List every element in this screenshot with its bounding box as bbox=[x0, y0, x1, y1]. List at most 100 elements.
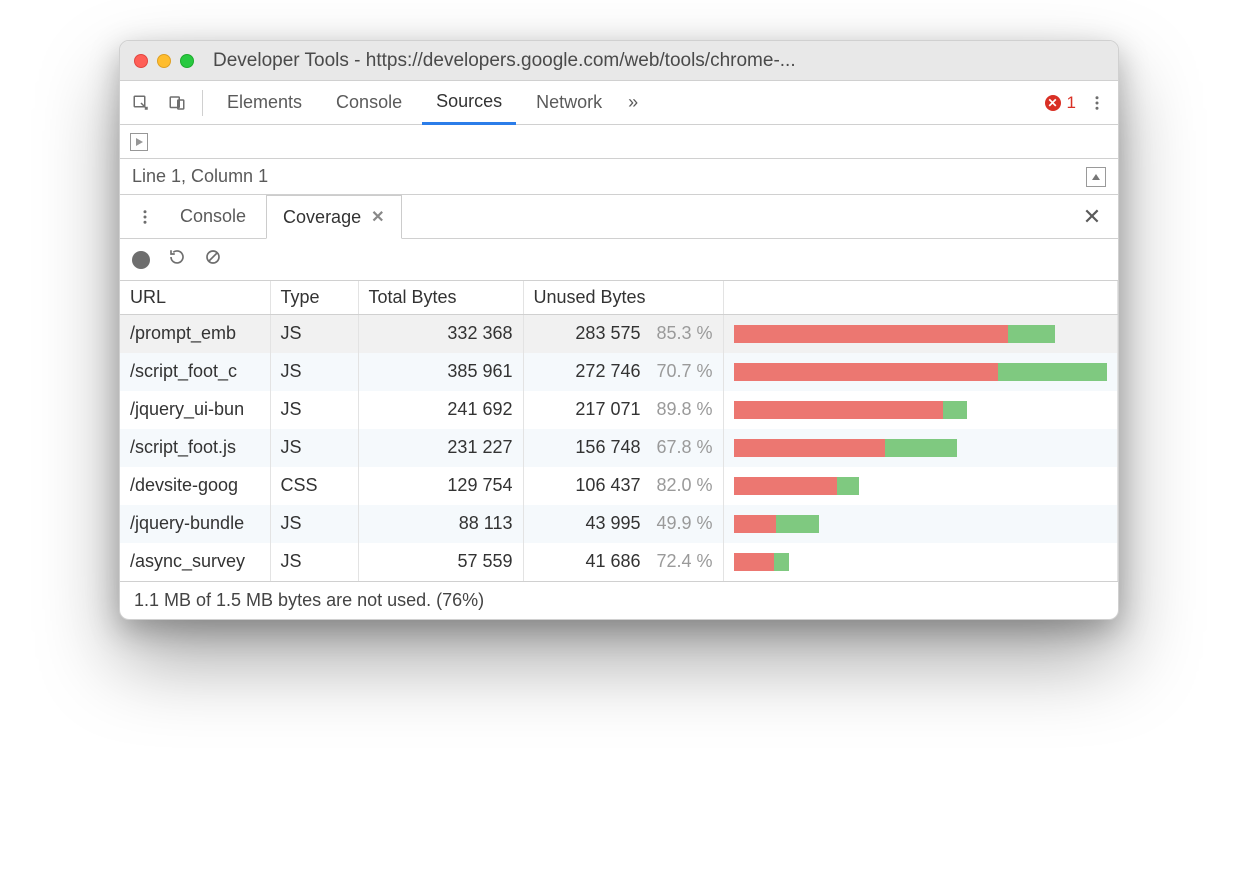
unused-percent: 70.7 % bbox=[651, 361, 713, 382]
usage-bar bbox=[734, 401, 968, 419]
close-drawer-icon[interactable]: ✕ bbox=[1076, 204, 1108, 230]
usage-bar bbox=[734, 439, 958, 457]
unused-percent: 49.9 % bbox=[651, 513, 713, 534]
usage-bar-unused bbox=[734, 553, 774, 571]
coverage-table: URL Type Total Bytes Unused Bytes /promp… bbox=[120, 281, 1118, 581]
cell-url: /prompt_emb bbox=[120, 315, 270, 353]
cell-unused-bytes: 106 437 82.0 % bbox=[523, 467, 723, 505]
cell-usage-bar bbox=[723, 353, 1118, 391]
table-header-row: URL Type Total Bytes Unused Bytes bbox=[120, 281, 1118, 315]
table-row[interactable]: /jquery_ui-bunJS241 692217 07189.8 % bbox=[120, 391, 1118, 429]
cell-usage-bar bbox=[723, 505, 1118, 543]
reload-icon[interactable] bbox=[168, 248, 186, 271]
minimize-window-button[interactable] bbox=[157, 54, 171, 68]
unused-value: 217 071 bbox=[575, 399, 640, 420]
usage-bar-used bbox=[943, 401, 967, 419]
unused-percent: 85.3 % bbox=[651, 323, 713, 344]
col-bar-header[interactable] bbox=[723, 281, 1118, 315]
usage-bar-used bbox=[774, 553, 789, 571]
window-controls bbox=[134, 54, 194, 68]
cell-total-bytes: 57 559 bbox=[358, 543, 523, 581]
tab-network[interactable]: Network bbox=[522, 81, 616, 125]
usage-bar-unused bbox=[734, 439, 886, 457]
kebab-menu-icon[interactable] bbox=[1082, 88, 1112, 118]
cell-type: JS bbox=[270, 391, 358, 429]
cell-usage-bar bbox=[723, 467, 1118, 505]
usage-bar bbox=[734, 477, 859, 495]
cell-type: JS bbox=[270, 543, 358, 581]
unused-value: 156 748 bbox=[575, 437, 640, 458]
drawer-tab-coverage[interactable]: Coverage ✕ bbox=[266, 195, 401, 239]
cell-unused-bytes: 43 99549.9 % bbox=[523, 505, 723, 543]
navigator-toggle-icon[interactable] bbox=[130, 133, 148, 151]
coverage-footer: 1.1 MB of 1.5 MB bytes are not used. (76… bbox=[120, 581, 1118, 619]
cell-type: JS bbox=[270, 315, 358, 353]
main-tabs: Elements Console Sources Network » ✕ 1 bbox=[120, 81, 1118, 125]
col-type-header[interactable]: Type bbox=[270, 281, 358, 315]
close-tab-icon[interactable]: ✕ bbox=[371, 207, 384, 227]
separator bbox=[202, 90, 203, 116]
cell-total-bytes: 385 961 bbox=[358, 353, 523, 391]
cell-unused-bytes: 41 68672.4 % bbox=[523, 543, 723, 581]
cell-usage-bar bbox=[723, 429, 1118, 467]
cell-unused-bytes: 272 746 70.7 % bbox=[523, 353, 723, 391]
col-url-header[interactable]: URL bbox=[120, 281, 270, 315]
cell-type: JS bbox=[270, 353, 358, 391]
cell-url: /async_survey bbox=[120, 543, 270, 581]
cell-url: /jquery-bundle bbox=[120, 505, 270, 543]
cell-usage-bar bbox=[723, 543, 1118, 581]
device-toggle-icon[interactable] bbox=[162, 88, 192, 118]
sources-subbar bbox=[120, 125, 1118, 159]
cell-total-bytes: 129 754 bbox=[358, 467, 523, 505]
unused-percent: 67.8 % bbox=[651, 437, 713, 458]
inspect-icon[interactable] bbox=[126, 88, 156, 118]
usage-bar-used bbox=[998, 363, 1107, 381]
table-row[interactable]: /script_foot.jsJS231 227156 74867.8 % bbox=[120, 429, 1118, 467]
unused-value: 272 746 bbox=[575, 361, 640, 382]
usage-bar-unused bbox=[734, 515, 777, 533]
col-total-header[interactable]: Total Bytes bbox=[358, 281, 523, 315]
maximize-window-button[interactable] bbox=[180, 54, 194, 68]
unused-value: 283 575 bbox=[575, 323, 640, 344]
table-row[interactable]: /script_foot_cJS385 961 272 746 70.7 % bbox=[120, 353, 1118, 391]
table-row[interactable]: /jquery-bundleJS88 11343 99549.9 % bbox=[120, 505, 1118, 543]
cell-url: /script_foot_c bbox=[120, 353, 270, 391]
usage-bar-used bbox=[776, 515, 819, 533]
tab-elements[interactable]: Elements bbox=[213, 81, 316, 125]
cell-type: JS bbox=[270, 429, 358, 467]
error-icon: ✕ bbox=[1045, 95, 1061, 111]
tab-console[interactable]: Console bbox=[322, 81, 416, 125]
unused-value: 106 437 bbox=[575, 475, 640, 496]
collapse-drawer-icon[interactable] bbox=[1086, 167, 1106, 187]
usage-bar bbox=[734, 515, 819, 533]
close-window-button[interactable] bbox=[134, 54, 148, 68]
cell-total-bytes: 231 227 bbox=[358, 429, 523, 467]
unused-value: 41 686 bbox=[585, 551, 640, 572]
cell-type: JS bbox=[270, 505, 358, 543]
drawer-tab-console[interactable]: Console bbox=[164, 195, 262, 239]
titlebar: Developer Tools - https://developers.goo… bbox=[120, 41, 1118, 81]
cell-usage-bar bbox=[723, 391, 1118, 429]
unused-percent: 82.0 % bbox=[651, 475, 713, 496]
record-button[interactable] bbox=[132, 251, 150, 269]
usage-bar-unused bbox=[734, 325, 1008, 343]
cell-total-bytes: 332 368 bbox=[358, 315, 523, 353]
table-row[interactable]: /async_surveyJS57 55941 68672.4 % bbox=[120, 543, 1118, 581]
table-row[interactable]: /prompt_embJS332 368 283 575 85.3 % bbox=[120, 315, 1118, 353]
error-badge[interactable]: ✕ 1 bbox=[1045, 93, 1076, 113]
drawer-kebab-icon[interactable] bbox=[130, 202, 160, 232]
cell-unused-bytes: 283 575 85.3 % bbox=[523, 315, 723, 353]
tab-sources[interactable]: Sources bbox=[422, 81, 516, 125]
usage-bar bbox=[734, 325, 1056, 343]
clear-icon[interactable] bbox=[204, 248, 222, 271]
usage-bar bbox=[734, 553, 790, 571]
col-unused-header[interactable]: Unused Bytes bbox=[523, 281, 723, 315]
table-row[interactable]: /devsite-googCSS129 754106 43782.0 % bbox=[120, 467, 1118, 505]
more-tabs-button[interactable]: » bbox=[622, 81, 644, 125]
cell-unused-bytes: 156 748 67.8 % bbox=[523, 429, 723, 467]
unused-percent: 89.8 % bbox=[651, 399, 713, 420]
usage-bar-unused bbox=[734, 401, 944, 419]
drawer-tab-coverage-label: Coverage bbox=[283, 207, 361, 228]
window-title: Developer Tools - https://developers.goo… bbox=[203, 50, 1104, 72]
cell-url: /devsite-goog bbox=[120, 467, 270, 505]
